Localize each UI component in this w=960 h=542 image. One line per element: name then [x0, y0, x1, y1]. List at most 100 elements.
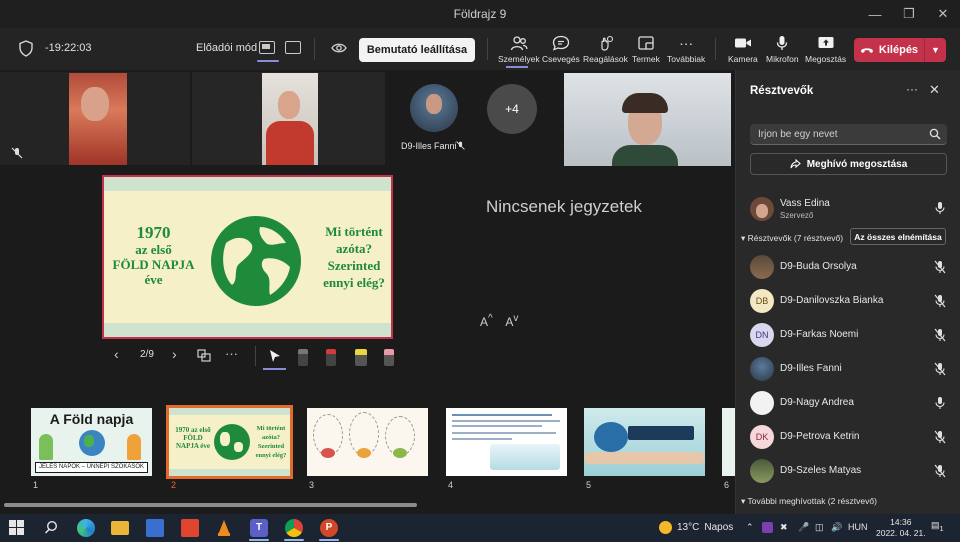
close-icon[interactable]: ✕ — [926, 0, 960, 28]
search-icon[interactable] — [929, 128, 941, 140]
teams-meeting-window: Földrajz 9 — ❐ ✕ -19:22:03 Előadói mód B… — [0, 0, 960, 542]
close-icon[interactable]: ✕ — [929, 82, 940, 98]
restore-icon[interactable]: ❐ — [892, 0, 926, 28]
thumbnail-slide-5[interactable] — [584, 408, 705, 476]
clock[interactable]: 14:36 2022. 04. 21. — [876, 517, 926, 539]
globe-icon — [214, 424, 250, 460]
presenter-mode-side-by-side-icon[interactable] — [285, 41, 301, 54]
thumbnail-slide-1[interactable]: A Föld napja JELES NAPOK – ÜNNEPI SZOKÁS… — [31, 408, 152, 476]
participant-avatar[interactable] — [410, 84, 458, 132]
microphone-icon[interactable] — [934, 396, 946, 410]
participant-name: D9-Nagy Andrea — [780, 397, 854, 408]
share-button[interactable]: Megosztás — [805, 34, 846, 68]
participant-row[interactable]: D9-Nagy Andrea — [750, 391, 950, 417]
current-slide[interactable]: 1970 az első FÖLD NAPJA éve Mi történt a… — [102, 175, 393, 339]
store-icon[interactable] — [146, 519, 164, 537]
presenter-mode-standout-icon[interactable] — [259, 41, 275, 54]
language-indicator[interactable]: HUN — [848, 522, 868, 532]
search-icon[interactable] — [44, 520, 59, 535]
stop-presenting-button[interactable]: Bemutató leállítása — [359, 38, 475, 62]
network-icon[interactable]: ◫ — [815, 522, 824, 533]
participant-row[interactable]: D9-Illes Fanni — [750, 357, 950, 383]
chat-button[interactable]: Csevegés — [542, 34, 580, 68]
meeting-stage: D9-Illes Fanni +4 1970 az első FÖLD NAPJ… — [0, 70, 735, 514]
notification-icon[interactable]: ▤1 — [931, 520, 944, 533]
more-icon[interactable]: ··· — [906, 82, 918, 96]
highlighter-icon[interactable] — [355, 349, 367, 366]
shield-icon[interactable] — [19, 40, 33, 57]
microphone-icon[interactable] — [934, 201, 946, 215]
organizer-role: Szervező — [780, 211, 814, 220]
teams-icon[interactable]: T — [250, 519, 268, 537]
more-button[interactable]: ··· Továbbiak — [667, 34, 705, 68]
text-line — [452, 438, 512, 440]
thumbnail-scrollbar[interactable] — [4, 503, 417, 507]
red-pen-icon[interactable] — [326, 349, 336, 366]
vlc-icon[interactable] — [215, 519, 233, 537]
thumbnail-slide-3[interactable] — [307, 408, 428, 476]
thumbnail-slide-4[interactable] — [446, 408, 567, 476]
grid-view-icon[interactable] — [197, 349, 211, 362]
font-size-controls: A^ Av — [480, 313, 518, 329]
reactions-icon — [595, 34, 615, 52]
slide-more-icon[interactable]: ··· — [225, 346, 238, 366]
font-decrease-button[interactable]: Av — [505, 313, 518, 329]
leave-main-button[interactable]: Kilépés — [854, 38, 924, 62]
microphone-icon[interactable]: 🎤 — [798, 522, 809, 533]
windows-start-icon[interactable] — [9, 520, 24, 535]
mic-off-icon[interactable] — [934, 430, 946, 444]
weather-widget[interactable]: 13°C Napos — [659, 521, 733, 534]
overflow-participants-button[interactable]: +4 — [487, 84, 537, 134]
participant-row[interactable]: D9-Szeles Matyas — [750, 459, 950, 485]
camera-button[interactable]: Kamera — [728, 34, 758, 68]
mic-off-icon[interactable] — [934, 362, 946, 376]
search-input[interactable] — [758, 127, 923, 142]
eye-icon[interactable] — [331, 42, 347, 54]
mute-all-button[interactable]: Az összes elnémítása — [850, 228, 946, 245]
thumbnail-slide-2-selected[interactable]: 1970 az első FÖLD NAPJA éve Mi történt a… — [166, 405, 293, 479]
video-tile[interactable] — [192, 72, 385, 165]
next-slide-icon[interactable]: › — [172, 346, 177, 366]
font-increase-button[interactable]: A^ — [480, 313, 493, 329]
participant-row[interactable]: DB D9-Danilovszka Bianka — [750, 289, 950, 315]
rooms-icon — [636, 34, 656, 52]
mic-off-icon[interactable] — [934, 464, 946, 478]
people-label: Személyek — [498, 54, 540, 64]
participant-row[interactable]: DK D9-Petrova Ketrin — [750, 425, 950, 451]
edge-browser-icon[interactable] — [77, 519, 95, 537]
microphone-button[interactable]: Mikrofon — [766, 34, 799, 68]
thumbnail-slide-6[interactable] — [722, 408, 735, 476]
mic-off-icon[interactable] — [934, 294, 946, 308]
chrome-icon[interactable] — [285, 519, 303, 537]
previous-slide-icon[interactable]: ‹ — [114, 346, 119, 366]
mic-off-icon[interactable] — [934, 328, 946, 342]
leave-button[interactable]: Kilépés ▼ — [854, 38, 946, 62]
other-invitees-section-header[interactable]: ▾ További meghívottak (2 résztvevő) — [741, 496, 877, 507]
eraser-icon[interactable] — [384, 349, 394, 366]
panel-title: Résztvevők — [750, 85, 814, 97]
video-tile[interactable] — [0, 72, 190, 165]
people-button[interactable]: Személyek — [498, 34, 540, 68]
attendees-section-header[interactable]: ▾ Résztvevők (7 résztvevő) — [741, 233, 843, 244]
office-icon[interactable] — [181, 519, 199, 537]
volume-icon[interactable]: 🔊 — [831, 522, 842, 533]
laser-pointer-icon[interactable] — [268, 349, 282, 363]
powerpoint-icon[interactable]: P — [320, 519, 338, 537]
reactions-button[interactable]: Reagálások — [583, 34, 628, 68]
participant-row[interactable]: D9-Buda Orsolya — [750, 255, 950, 281]
minimize-icon[interactable]: — — [858, 0, 892, 28]
video-tile[interactable] — [564, 73, 731, 166]
file-explorer-icon[interactable] — [111, 521, 129, 535]
toolbar-divider — [715, 38, 716, 60]
share-invite-button[interactable]: Meghívó megosztása — [750, 153, 947, 175]
globe-icon — [79, 430, 105, 456]
chevron-up-icon[interactable]: ⌃ — [746, 522, 754, 533]
rooms-button[interactable]: Termek — [632, 34, 660, 68]
pen-icon[interactable] — [298, 349, 308, 366]
participant-row[interactable]: DN D9-Farkas Noemi — [750, 323, 950, 349]
mic-off-icon[interactable] — [934, 260, 946, 274]
tray-app-icon[interactable]: ✖ — [780, 522, 788, 533]
onenote-icon[interactable] — [762, 522, 773, 533]
chevron-down-icon[interactable]: ▼ — [925, 38, 946, 62]
organizer-row[interactable]: Vass Edina Szervező — [750, 197, 950, 223]
